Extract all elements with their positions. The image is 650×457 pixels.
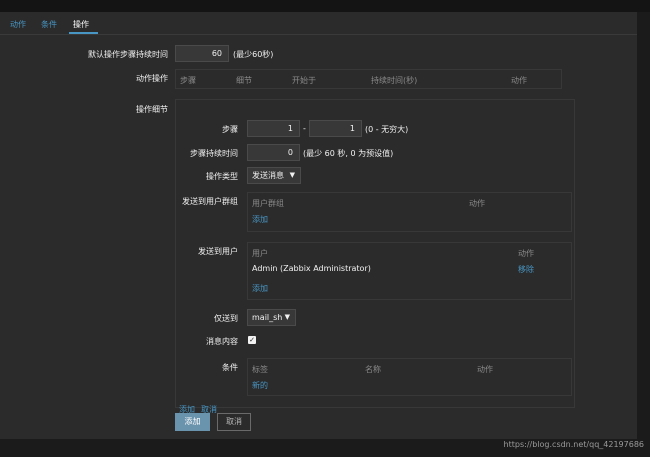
tab-conditions[interactable]: 条件	[41, 19, 57, 30]
default-step-duration-input[interactable]: 60	[175, 45, 229, 62]
watermark: https://blog.csdn.net/qq_42197686	[503, 440, 644, 449]
send-only-to-label: 仅送到	[214, 314, 238, 323]
column-header-user: 用户	[252, 249, 268, 258]
conditions-label: 条件	[222, 363, 238, 372]
user-row-name: Admin (Zabbix Administrator)	[252, 264, 371, 273]
remove-user-link[interactable]: 移除	[518, 264, 534, 275]
operation-type-select[interactable]: 发送消息 ▼	[247, 167, 301, 184]
form-panel: 动作 条件 操作 默认操作步骤持续时间 60 (最少60秒) 动作操作 步骤 细…	[0, 12, 637, 439]
action-operations-table: 步骤 细节 开始于 持续时间(秒) 动作	[175, 69, 562, 89]
operation-details-box: 步骤 1 - 1 (0 - 无穷大) 步骤持续时间 0 (最少 60 秒, 0 …	[175, 99, 575, 414]
operation-type-value: 发送消息	[252, 171, 284, 180]
add-button[interactable]: 添加	[175, 413, 210, 431]
step-duration-input[interactable]: 0	[247, 144, 300, 161]
steps-label: 步骤	[222, 125, 238, 134]
column-header-user-action: 动作	[518, 249, 534, 258]
conditions-table: 标签 名称 动作 新的	[247, 358, 572, 396]
column-header-step: 步骤	[180, 76, 196, 85]
operation-details-label: 操作细节	[136, 105, 168, 114]
send-only-to-value: mail_sh	[252, 313, 283, 322]
steps-to-input[interactable]: 1	[309, 120, 362, 137]
cancel-button[interactable]: 取消	[217, 413, 251, 431]
steps-from-input[interactable]: 1	[247, 120, 300, 137]
new-condition-link[interactable]: 新的	[252, 380, 268, 391]
message-content-checkbox[interactable]: ✓	[248, 336, 256, 344]
tab-operations[interactable]: 操作	[73, 19, 89, 30]
steps-hint: (0 - 无穷大)	[365, 125, 409, 134]
tab-action[interactable]: 动作	[10, 19, 26, 30]
top-bar	[0, 0, 650, 12]
add-user-link[interactable]: 添加	[252, 283, 268, 294]
chevron-down-icon: ▼	[284, 313, 290, 321]
column-header-action: 动作	[511, 76, 527, 85]
column-header-user-group: 用户群组	[252, 199, 284, 208]
column-header-condition-action: 动作	[477, 365, 493, 374]
tab-bar: 动作 条件 操作	[0, 12, 637, 35]
column-header-name: 名称	[365, 365, 381, 374]
message-content-label: 消息内容	[206, 337, 238, 346]
send-to-user-groups-label: 发送到用户群组	[182, 197, 238, 206]
users-table: 用户 动作 Admin (Zabbix Administrator) 移除 添加	[247, 242, 572, 300]
step-duration-label: 步骤持续时间	[190, 149, 238, 158]
column-header-duration: 持续时间(秒)	[371, 76, 418, 85]
column-header-start-at: 开始于	[292, 76, 316, 85]
send-only-to-select[interactable]: mail_sh ▼	[247, 309, 296, 326]
steps-separator: -	[303, 124, 306, 133]
step-duration-hint: (最少 60 秒, 0 为预设值)	[303, 149, 394, 158]
active-tab-indicator	[69, 32, 98, 34]
default-step-duration-label: 默认操作步骤持续时间	[88, 50, 168, 59]
column-header-details: 细节	[236, 76, 252, 85]
send-to-users-label: 发送到用户	[198, 247, 238, 256]
operation-type-label: 操作类型	[206, 172, 238, 181]
chevron-down-icon: ▼	[289, 171, 295, 179]
add-user-group-link[interactable]: 添加	[252, 214, 268, 225]
default-step-duration-hint: (最少60秒)	[233, 50, 274, 59]
column-header-group-action: 动作	[469, 199, 485, 208]
column-header-label: 标签	[252, 365, 268, 374]
action-operations-label: 动作操作	[136, 74, 168, 83]
user-groups-table: 用户群组 动作 添加	[247, 192, 572, 232]
